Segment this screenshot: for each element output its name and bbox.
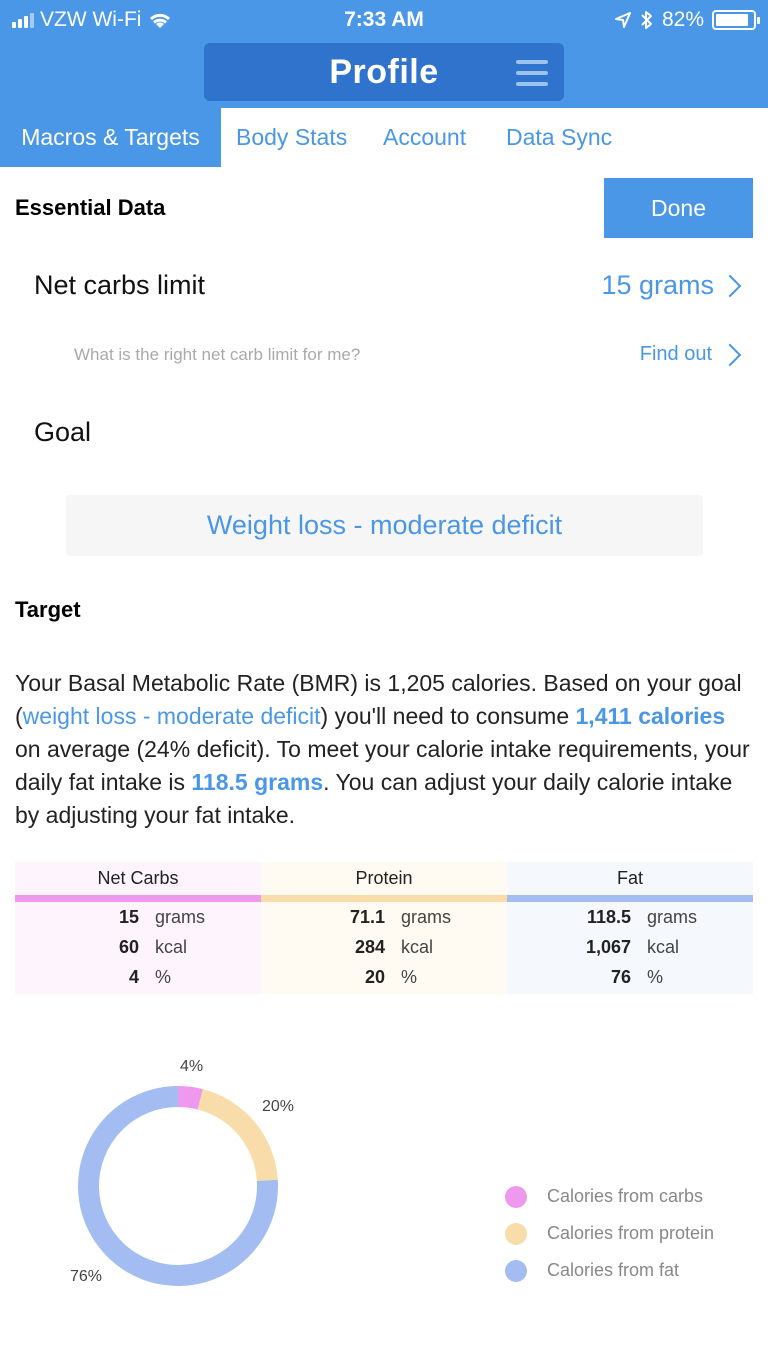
macro-table: Net Carbs 15 grams 60 kcal 4% Protein 71.1… [15,862,753,994]
net-carbs-value-text: 15 grams [601,270,714,300]
target-heading: Target [15,597,81,622]
legend-dot-protein [505,1222,527,1245]
find-out-link[interactable]: Find out [639,343,742,366]
macro-row-grams: 118.5 grams [586,907,698,927]
calorie-donut-chart [77,1086,278,1286]
done-button[interactable]: Done [604,178,753,238]
legend-dot-carbs [505,1185,527,1208]
legend-label: Calories from fat [547,1260,680,1280]
legend-label: Calories from protein [547,1223,715,1243]
macro-color-bar [261,895,507,902]
legend-label: Calories from carbs [547,1186,704,1206]
chart-legend: Calories from carbs Calories from protei… [505,1178,714,1289]
target-description: Your Basal Metabolic Rate (BMR) is 1,205… [15,667,755,832]
battery-percent: 82% [661,8,704,31]
essential-data-heading: Essential Data [15,195,166,220]
macro-row-percent: 4% [128,967,172,987]
bluetooth-icon [641,11,652,29]
macro-header: Net Carbs [97,868,179,888]
macro-row-kcal: 60 kcal [118,937,188,957]
status-bar: VZW Wi-Fi 7:33 AM 82% [0,0,768,40]
macro-row-percent: 76% [610,967,664,987]
chevron-right-icon [718,274,742,297]
fat-grams-value: 118.5 grams [191,769,324,795]
net-carbs-label: Net carbs limit [34,270,206,300]
legend-item-fat: Calories from fat [505,1252,714,1289]
tab-data-sync[interactable]: Data Sync [506,108,612,167]
macro-color-bar [15,895,261,902]
tab-bar: Macros & Targets Body Stats Account Data… [0,108,768,167]
legend-item-carbs: Calories from carbs [505,1178,714,1215]
macro-color-bar [507,895,753,902]
slice-label-carbs: 4% [180,1058,204,1075]
location-arrow-icon [614,12,631,28]
net-carbs-value[interactable]: 15 grams [601,270,742,301]
macro-row-percent: 20% [364,967,418,987]
macro-row-kcal: 1,067 kcal [585,937,680,957]
tab-body-stats[interactable]: Body Stats [236,108,347,167]
find-out-label: Find out [639,343,712,365]
calories-value: 1,411 calories [575,703,726,729]
slice-label-fat: 76% [70,1268,103,1285]
macro-header: Fat [616,868,643,888]
macro-row-grams: 71.1 grams [349,907,452,927]
macro-column-protein: Protein 71.1 grams 284 kcal 20% [261,862,507,994]
battery-icon [712,10,760,30]
legend-dot-fat [505,1259,527,1282]
chevron-right-icon [718,343,742,366]
tab-account[interactable]: Account [383,108,466,167]
page-title: Profile [329,53,439,91]
menu-icon[interactable] [516,60,548,86]
slice-label-protein: 20% [262,1098,295,1115]
macro-column-net-carbs: Net Carbs 15 grams 60 kcal 4% [15,862,261,994]
goal-selector[interactable]: Weight loss - moderate deficit [66,495,703,556]
macro-row-grams: 15 grams [118,907,206,927]
goal-label: Goal [34,417,92,447]
legend-item-protein: Calories from protein [505,1215,714,1252]
status-right-group: 82% [614,8,760,32]
target-text-2: ) you'll need to consume [320,703,576,729]
macro-header: Protein [355,868,413,888]
macro-row-kcal: 284 kcal [354,937,434,957]
macro-column-fat: Fat 118.5 grams 1,067 kcal 76% [507,862,753,994]
tab-macros-targets[interactable]: Macros & Targets [0,108,221,167]
net-carb-question: What is the right net carb limit for me? [74,345,361,364]
goal-link[interactable]: weight loss - moderate deficit [23,703,321,729]
app-header: VZW Wi-Fi 7:33 AM 82% Profile Macros & T… [0,0,768,167]
title-bar: Profile [204,43,564,101]
